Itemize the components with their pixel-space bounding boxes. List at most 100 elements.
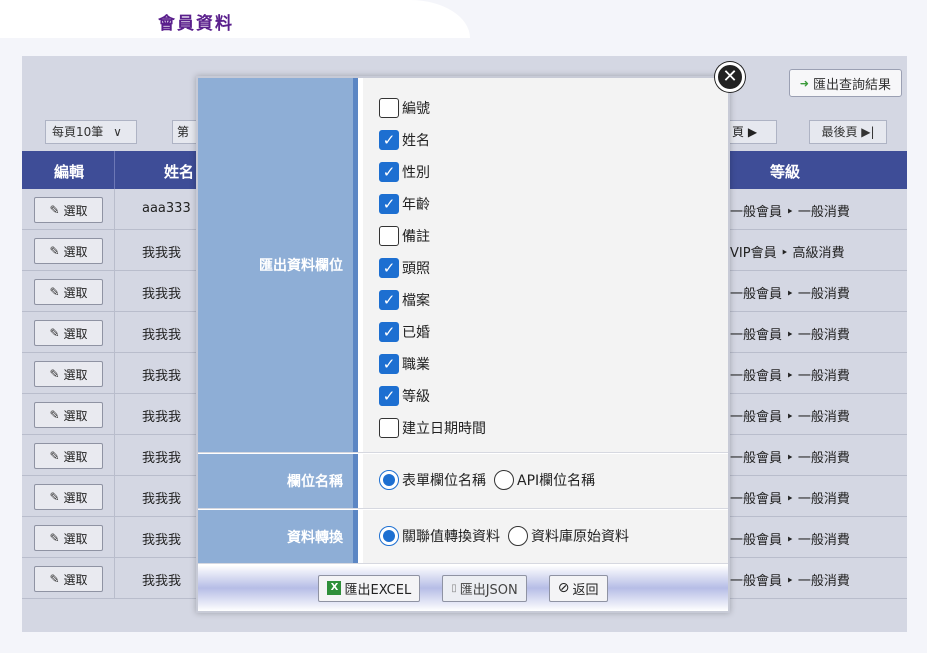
- select-label: 選取: [63, 490, 88, 505]
- header-edit: 編輯: [54, 163, 85, 181]
- select-label: 選取: [63, 244, 88, 259]
- select-button[interactable]: ✎ 選取: [34, 443, 103, 469]
- row-level: 一般會員 ‣ 一般消費: [730, 410, 850, 425]
- radio-form-field-names[interactable]: [379, 470, 399, 490]
- field-checkbox-item[interactable]: ✓ 已婚: [379, 321, 430, 343]
- export-excel-button[interactable]: X 匯出EXCEL: [318, 574, 421, 602]
- column-divider: [114, 353, 115, 394]
- field-checkbox-item[interactable]: 備註: [379, 225, 430, 247]
- field-checkbox-item[interactable]: ✓ 等級: [379, 385, 430, 407]
- column-divider: [114, 312, 115, 353]
- row-name: 我我我: [142, 451, 182, 466]
- radio-api-field-names[interactable]: [494, 470, 514, 490]
- checkbox-label: 性別: [402, 165, 430, 181]
- column-divider: [114, 435, 115, 476]
- row-level: 一般會員 ‣ 一般消費: [730, 328, 850, 343]
- select-button[interactable]: ✎ 選取: [34, 402, 103, 428]
- select-label: 選取: [63, 326, 88, 341]
- row-name: 我我我: [142, 369, 182, 384]
- back-button[interactable]: ⊘ 返回: [548, 574, 608, 602]
- checkbox[interactable]: ✓: [379, 162, 399, 182]
- edit-icon: ✎: [49, 367, 60, 381]
- field-checkbox-item[interactable]: 建立日期時間: [379, 417, 486, 439]
- select-button[interactable]: ✎ 選取: [34, 238, 103, 264]
- field-checkbox-item[interactable]: ✓ 年齡: [379, 193, 430, 215]
- checkbox-label: 備註: [402, 229, 430, 245]
- checkbox[interactable]: [379, 418, 399, 438]
- convert-options: 關聯值轉換資料 資料庫原始資料: [363, 510, 728, 563]
- export-result-button[interactable]: ➜ 匯出查詢結果: [788, 69, 902, 97]
- field-checkbox-item[interactable]: 編號: [379, 97, 430, 119]
- field-checkbox-item[interactable]: ✓ 檔案: [379, 289, 430, 311]
- checkbox-label: 年齡: [402, 197, 430, 213]
- column-divider: [114, 558, 115, 599]
- column-divider: [114, 271, 115, 312]
- fields-row: 匯出資料欄位 編號 ✓ 姓名 ✓ 性別 ✓ 年齡 備註 ✓ 頭照 ✓ 檔案 ✓ 已婚 ✓ 職業 ✓ 等級 建立日期時…: [198, 78, 728, 453]
- row-name: 我我我: [142, 492, 182, 507]
- select-label: 選取: [63, 531, 88, 546]
- back-label: 返回: [572, 582, 599, 598]
- pager-next-button[interactable]: 頁 ▶: [727, 120, 777, 144]
- radio-raw-data[interactable]: [508, 526, 528, 546]
- row-level: 一般會員 ‣ 一般消費: [730, 369, 850, 384]
- checkbox[interactable]: ✓: [379, 130, 399, 150]
- checkbox[interactable]: ✓: [379, 354, 399, 374]
- checkbox[interactable]: ✓: [379, 322, 399, 342]
- export-json-button[interactable]: ▯ 匯出JSON: [442, 574, 527, 602]
- field-checkbox-item[interactable]: ✓ 姓名: [379, 129, 430, 151]
- select-button[interactable]: ✎ 選取: [34, 320, 103, 346]
- names-label: 欄位名稱: [198, 454, 358, 508]
- edit-icon: ✎: [49, 244, 60, 258]
- checkbox[interactable]: ✓: [379, 194, 399, 214]
- checkbox[interactable]: [379, 226, 399, 246]
- select-button[interactable]: ✎ 選取: [34, 197, 103, 223]
- edit-icon: ✎: [49, 408, 60, 422]
- close-dialog-button[interactable]: ✕: [715, 62, 745, 92]
- select-label: 選取: [63, 285, 88, 300]
- checkbox-label: 等級: [402, 389, 430, 405]
- convert-radio-group: 關聯值轉換資料 資料庫原始資料: [379, 526, 629, 546]
- checkbox[interactable]: ✓: [379, 290, 399, 310]
- export-arrow-icon: ➜: [799, 76, 809, 90]
- pager-last-button[interactable]: 最後頁 ▶|: [809, 120, 887, 144]
- field-checkbox-item[interactable]: ✓ 性別: [379, 161, 430, 183]
- checkbox[interactable]: ✓: [379, 258, 399, 278]
- chevron-down-icon: ∨: [113, 125, 122, 139]
- cancel-circle-icon: ⊘: [557, 580, 570, 596]
- select-label: 選取: [63, 408, 88, 423]
- per-page-value: 每頁10筆: [52, 125, 104, 139]
- row-level: 一般會員 ‣ 一般消費: [730, 451, 850, 466]
- field-checkbox-item[interactable]: ✓ 頭照: [379, 257, 430, 279]
- radio-label: API欄位名稱: [517, 473, 596, 489]
- select-label: 選取: [63, 203, 88, 218]
- names-options: 表單欄位名稱 API欄位名稱: [363, 454, 728, 508]
- checkbox[interactable]: [379, 98, 399, 118]
- select-button[interactable]: ✎ 選取: [34, 525, 103, 551]
- names-radio-group: 表單欄位名稱 API欄位名稱: [379, 470, 595, 490]
- row-name: 我我我: [142, 533, 182, 548]
- select-button[interactable]: ✎ 選取: [34, 484, 103, 510]
- select-button[interactable]: ✎ 選取: [34, 566, 103, 592]
- row-name: aaa333: [142, 201, 191, 216]
- edit-icon: ✎: [49, 531, 60, 545]
- edit-icon: ✎: [49, 203, 60, 217]
- row-level: 一般會員 ‣ 一般消費: [730, 205, 850, 220]
- per-page-select[interactable]: 每頁10筆 ∨: [45, 120, 137, 144]
- select-button[interactable]: ✎ 選取: [34, 279, 103, 305]
- page-title: 會員資料: [158, 14, 234, 34]
- dialog-footer: X 匯出EXCEL ▯ 匯出JSON ⊘ 返回: [198, 565, 728, 611]
- checkbox-label: 檔案: [402, 293, 430, 309]
- field-checkbox-item[interactable]: ✓ 職業: [379, 353, 430, 375]
- radio-label: 表單欄位名稱: [402, 473, 486, 489]
- row-level: 一般會員 ‣ 一般消費: [730, 574, 850, 589]
- column-divider: [114, 517, 115, 558]
- select-label: 選取: [63, 572, 88, 587]
- checkbox-label: 頭照: [402, 261, 430, 277]
- edit-icon: ✎: [49, 449, 60, 463]
- checkbox-label: 編號: [402, 101, 430, 117]
- select-button[interactable]: ✎ 選取: [34, 361, 103, 387]
- radio-label: 關聯值轉換資料: [402, 529, 500, 545]
- checkbox[interactable]: ✓: [379, 386, 399, 406]
- radio-convert-relations[interactable]: [379, 526, 399, 546]
- row-level: 一般會員 ‣ 一般消費: [730, 492, 850, 507]
